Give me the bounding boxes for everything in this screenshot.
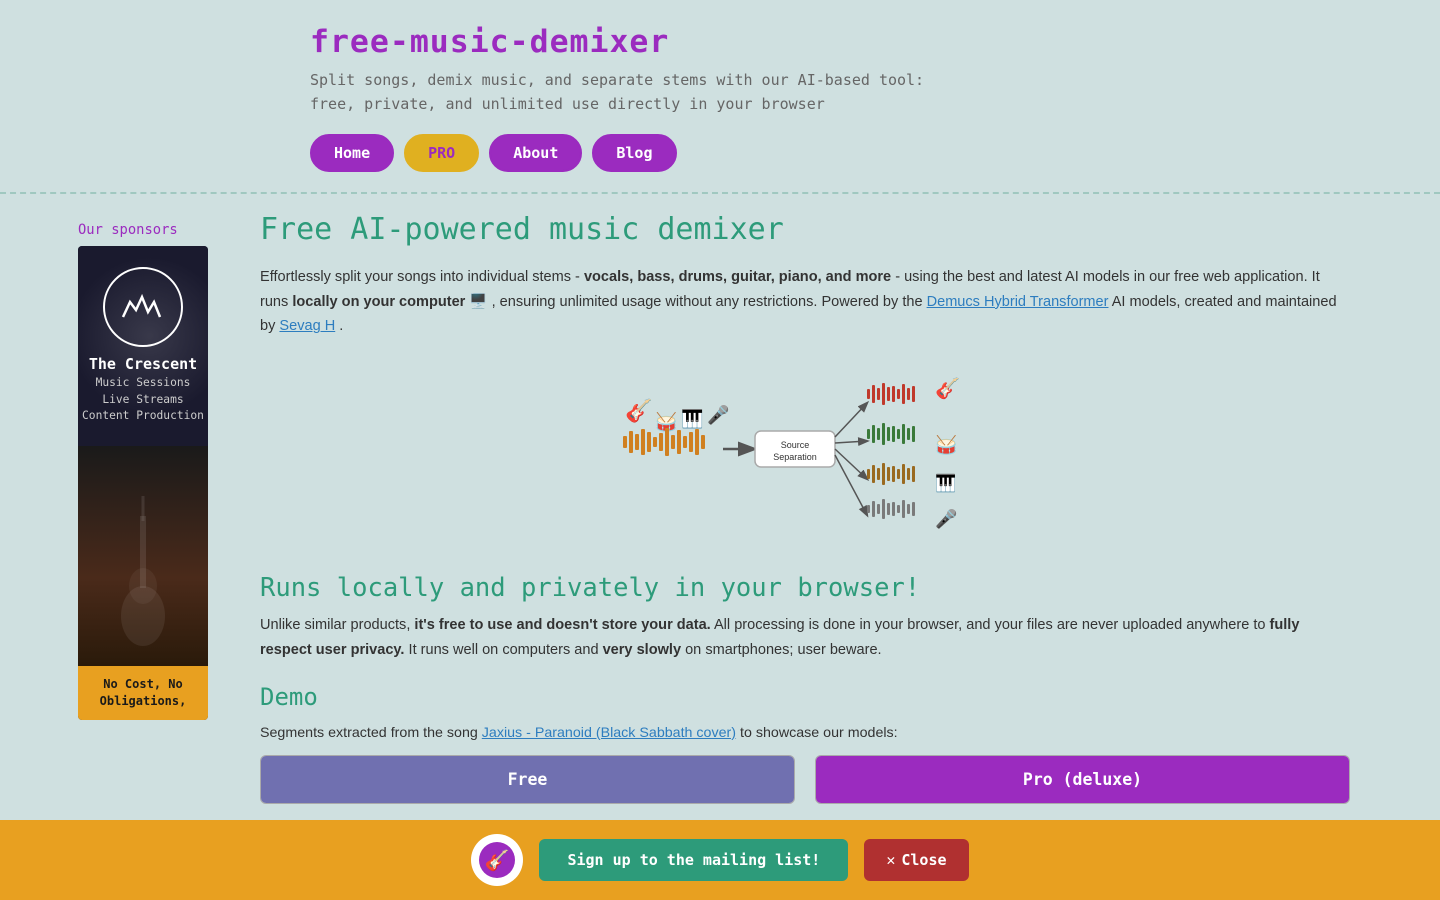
main-layout: Our sponsors The Crescent Music Sessions… xyxy=(70,194,1370,824)
site-subtitle: Split songs, demix music, and separate s… xyxy=(310,68,1170,116)
demo-col-free-header: Free xyxy=(261,756,794,803)
sponsor-name: The Crescent xyxy=(89,355,197,373)
svg-text:Separation: Separation xyxy=(773,452,817,462)
sponsor-cta[interactable]: No Cost, No Obligations, xyxy=(78,666,208,720)
nav-about[interactable]: About xyxy=(489,134,582,172)
sponsor-logo-circle xyxy=(103,267,183,347)
subtitle-line1: Split songs, demix music, and separate s… xyxy=(310,71,924,89)
svg-text:🎹: 🎹 xyxy=(935,473,956,494)
sponsor-card: The Crescent Music Sessions Live Streams… xyxy=(78,246,208,720)
site-title: free-music-demixer xyxy=(310,24,1170,60)
demo-col-pro-header: Pro (deluxe) xyxy=(816,756,1349,803)
demo-link[interactable]: Jaxius - Paranoid (Black Sabbath cover) xyxy=(482,725,736,741)
svg-text:🎤: 🎤 xyxy=(935,508,957,530)
subtitle-line2: free, private, and unlimited use directl… xyxy=(310,95,825,113)
demucs-link[interactable]: Demucs Hybrid Transformer xyxy=(927,294,1109,310)
svg-text:🎹: 🎹 xyxy=(681,408,703,430)
content-area: Free AI-powered music demixer Effortless… xyxy=(230,212,1370,824)
svg-text:Source: Source xyxy=(781,440,810,450)
privacy-pre: Unlike similar products, xyxy=(260,617,410,633)
svg-text:🎸: 🎸 xyxy=(485,848,510,872)
demo-col-free: Free xyxy=(260,755,795,804)
sponsor-photo xyxy=(78,446,208,666)
intro-para-end: , ensuring unlimited usage without any r… xyxy=(492,294,923,310)
demo-para: Segments extracted from the song Jaxius … xyxy=(260,721,1350,745)
svg-text:🎸: 🎸 xyxy=(935,376,960,400)
privacy-mid: All processing is done in your browser, … xyxy=(714,617,1265,633)
signup-button[interactable]: Sign up to the mailing list! xyxy=(539,839,848,881)
sevagh-link[interactable]: Sevag H xyxy=(279,318,335,334)
demo-table: Free Pro (deluxe) xyxy=(260,755,1350,804)
sponsor-desc: Music Sessions Live Streams Content Prod… xyxy=(82,375,204,426)
privacy-end: It runs well on computers and xyxy=(409,642,599,658)
sponsor-label: Our sponsors xyxy=(78,222,222,238)
sidebar: Our sponsors The Crescent Music Sessions… xyxy=(70,212,230,824)
nav-blog[interactable]: Blog xyxy=(592,134,676,172)
intro-stems-bold: vocals, bass, drums, guitar, piano, and … xyxy=(584,269,891,285)
nav: Home PRO About Blog xyxy=(310,134,1170,172)
header: free-music-demixer Split songs, demix mu… xyxy=(0,0,1440,194)
privacy-bold3: very slowly xyxy=(603,642,681,658)
privacy-bold1: it's free to use and doesn't store your … xyxy=(414,617,710,633)
notif-logo: 🎸 xyxy=(471,834,523,886)
demo-col-pro: Pro (deluxe) xyxy=(815,755,1350,804)
nav-pro[interactable]: PRO xyxy=(404,134,479,172)
svg-text:🎸: 🎸 xyxy=(625,398,652,424)
intro-para: Effortlessly split your songs into indiv… xyxy=(260,265,1350,339)
close-button[interactable]: ✕ Close xyxy=(864,839,968,881)
svg-text:🥁: 🥁 xyxy=(935,434,958,456)
close-label: Close xyxy=(901,851,946,869)
intro-para-pre: Effortlessly split your songs into indiv… xyxy=(260,269,580,285)
demo-para-pre: Segments extracted from the song xyxy=(260,725,482,741)
intro-emoji: 🖥️ xyxy=(469,294,487,310)
privacy-para: Unlike similar products, it's free to us… xyxy=(260,613,1350,662)
intro-para-end3: . xyxy=(339,318,343,334)
page-heading: Free AI-powered music demixer xyxy=(260,212,1350,247)
privacy-end2: on smartphones; user beware. xyxy=(685,642,882,658)
demo-para-post: to showcase our models: xyxy=(740,725,898,741)
demo-heading: Demo xyxy=(260,683,1350,711)
section1-heading: Runs locally and privately in your brows… xyxy=(260,573,1350,603)
svg-text:🎤: 🎤 xyxy=(707,404,729,426)
nav-home[interactable]: Home xyxy=(310,134,394,172)
source-separation-diagram: 🎸 🥁 🎹 🎤 xyxy=(260,353,1350,553)
intro-local-bold: locally on your computer xyxy=(292,294,465,310)
sponsor-image: The Crescent Music Sessions Live Streams… xyxy=(78,246,208,446)
close-x-icon: ✕ xyxy=(886,851,895,869)
notification-bar: 🎸 Sign up to the mailing list! ✕ Close xyxy=(0,820,1440,900)
